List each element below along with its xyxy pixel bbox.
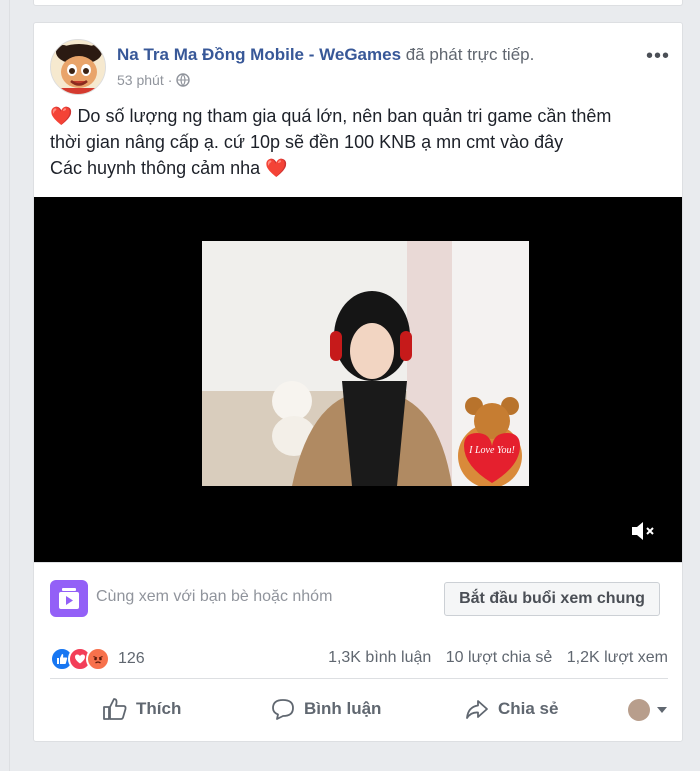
previous-post-card bbox=[33, 0, 683, 6]
thumbs-up-icon bbox=[103, 698, 127, 720]
start-watch-party-button[interactable]: Bắt đầu buổi xem chung bbox=[444, 582, 660, 616]
like-button[interactable]: Thích bbox=[102, 691, 181, 727]
post-text-line-3: Các huynh thông cảm nha ❤️ bbox=[50, 155, 670, 181]
post-text-line-3-content: Các huynh thông cảm nha bbox=[50, 158, 261, 178]
globe-icon bbox=[176, 73, 191, 87]
engagement-stats: 126 1,3K bình luận 10 lượt chia sẻ 1,2K … bbox=[50, 635, 668, 679]
post-text-line-1: ❤️ Do số lượng ng tham gia quá lớn, nên … bbox=[50, 103, 670, 129]
stats-right: 1,3K bình luận 10 lượt chia sẻ 1,2K lượt… bbox=[318, 649, 668, 667]
left-rail bbox=[0, 0, 10, 771]
like-label: Thích bbox=[136, 699, 182, 718]
video-overlay-text: I Love You! bbox=[468, 445, 515, 456]
video-frame: I Love You! bbox=[202, 241, 529, 486]
angry-reaction-icon bbox=[86, 647, 110, 671]
more-options-icon[interactable]: ••• bbox=[646, 45, 670, 68]
post-text-line-2: thời gian nâng cấp ạ. cứ 10p sẽ đền 100 … bbox=[50, 132, 564, 152]
speaker-muted-icon[interactable] bbox=[630, 519, 656, 543]
view-count: 1,2K lượt xem bbox=[566, 649, 668, 666]
share-arrow-icon bbox=[466, 700, 488, 719]
post-text-line-1-content: Do số lượng ng tham gia quá lớn, nên ban… bbox=[77, 106, 612, 126]
audience-selector[interactable] bbox=[628, 699, 668, 721]
post-text: ❤️ Do số lượng ng tham gia quá lớn, nên … bbox=[50, 103, 670, 181]
live-video-player[interactable]: I Love You! bbox=[34, 197, 682, 562]
meta-separator: · bbox=[167, 72, 173, 88]
page-avatar[interactable] bbox=[50, 39, 106, 95]
share-label: Chia sẻ bbox=[498, 699, 559, 718]
comment-label: Bình luận bbox=[304, 699, 382, 718]
post-header: Na Tra Ma Đồng Mobile - WeGames đã phát … bbox=[50, 39, 670, 99]
reaction-count: 126 bbox=[118, 650, 145, 667]
chevron-down-icon bbox=[657, 707, 667, 713]
reactions-summary[interactable]: 126 bbox=[50, 647, 145, 671]
watch-party-description: Cùng xem với bạn bè hoặc nhóm bbox=[96, 588, 333, 605]
comment-bubble-icon bbox=[272, 699, 294, 720]
author-name-link[interactable]: Na Tra Ma Đồng Mobile - WeGames bbox=[117, 45, 401, 64]
post-meta: 53 phút · bbox=[117, 72, 191, 88]
feed-post-card: Na Tra Ma Đồng Mobile - WeGames đã phát … bbox=[33, 22, 683, 742]
post-timestamp[interactable]: 53 phút bbox=[117, 72, 164, 88]
heart-emoji: ❤️ bbox=[50, 106, 73, 126]
comment-count-link[interactable]: 1,3K bình luận bbox=[328, 649, 431, 666]
share-button[interactable]: Chia sẻ bbox=[464, 691, 558, 727]
author-action: đã phát trực tiếp. bbox=[405, 45, 535, 64]
post-actions: Thích Bình luận Chia sẻ bbox=[50, 687, 668, 735]
watch-party-icon bbox=[50, 580, 88, 617]
watch-party-bar: Cùng xem với bạn bè hoặc nhóm Bắt đầu bu… bbox=[34, 562, 682, 628]
share-count-link[interactable]: 10 lượt chia sẻ bbox=[446, 649, 553, 666]
user-avatar bbox=[628, 699, 650, 721]
heart-emoji-end: ❤️ bbox=[265, 158, 288, 178]
author-line: Na Tra Ma Đồng Mobile - WeGames đã phát … bbox=[117, 45, 534, 65]
comment-button[interactable]: Bình luận bbox=[270, 691, 381, 727]
